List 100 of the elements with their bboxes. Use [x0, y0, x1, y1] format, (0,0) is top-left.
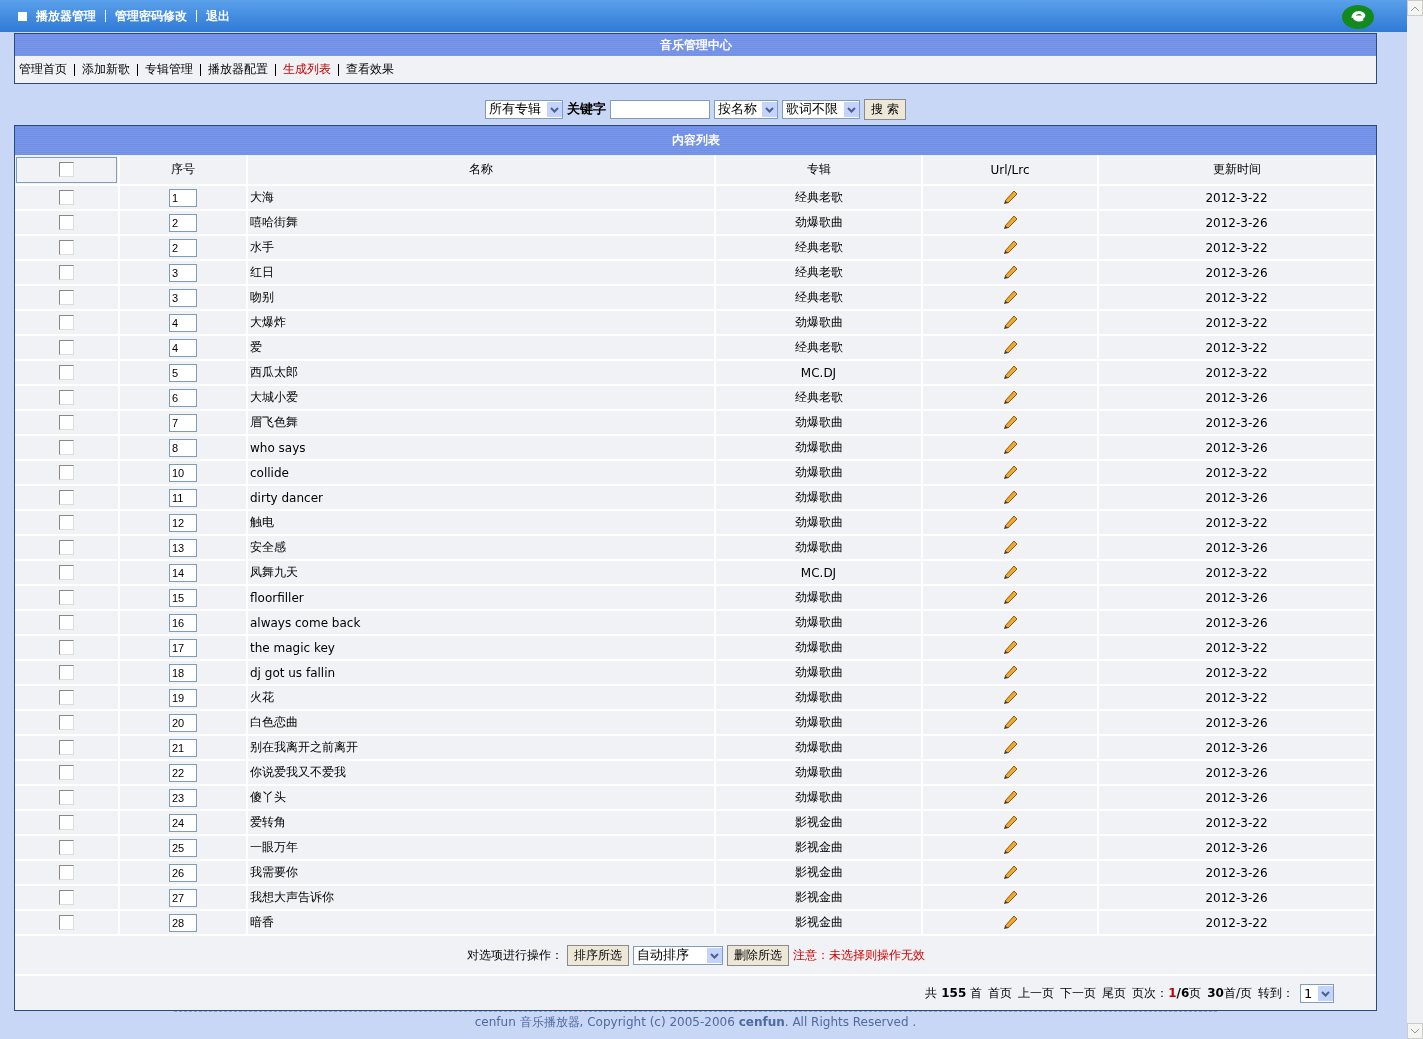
checkbox[interactable]: [59, 290, 74, 305]
checkbox[interactable]: [59, 265, 74, 280]
song-name-cell: 一眼万年: [247, 835, 715, 860]
date-cell: 2012-3-26: [1098, 385, 1375, 410]
order-input[interactable]: 19: [169, 688, 197, 707]
order-input[interactable]: 2: [169, 238, 197, 257]
checkbox[interactable]: [59, 690, 74, 705]
scroll-up-icon[interactable]: [1407, 0, 1423, 16]
nav-link[interactable]: 查看效果: [346, 61, 394, 78]
order-input[interactable]: 16: [169, 613, 197, 632]
order-input[interactable]: 20: [169, 713, 197, 732]
checkbox[interactable]: [59, 665, 74, 680]
lyrics-select[interactable]: 歌词不限: [782, 99, 861, 119]
order-input[interactable]: 13: [169, 538, 197, 557]
order-input[interactable]: 24: [169, 813, 197, 832]
order-input[interactable]: 4: [169, 338, 197, 357]
checkbox[interactable]: [59, 415, 74, 430]
nav-link[interactable]: 添加新歌: [82, 61, 130, 78]
order-input[interactable]: 22: [169, 763, 197, 782]
checkbox[interactable]: [59, 790, 74, 805]
nav-link[interactable]: 生成列表: [283, 61, 331, 78]
song-name-cell: collide: [247, 460, 715, 485]
checkbox[interactable]: [59, 590, 74, 605]
delete-button[interactable]: 删除所选: [726, 944, 789, 966]
order-input[interactable]: 10: [169, 463, 197, 482]
album-cell: 影视金曲: [715, 885, 922, 910]
order-input[interactable]: 23: [169, 788, 197, 807]
checkbox[interactable]: [59, 740, 74, 755]
order-input[interactable]: 14: [169, 563, 197, 582]
page-select[interactable]: 1: [1300, 983, 1334, 1003]
checkbox[interactable]: [59, 765, 74, 780]
field-select[interactable]: 按名称: [714, 99, 779, 119]
checkbox[interactable]: [59, 890, 74, 905]
checkbox[interactable]: [59, 162, 74, 177]
checkbox[interactable]: [59, 465, 74, 480]
order-input[interactable]: 5: [169, 363, 197, 382]
order-input[interactable]: 25: [169, 838, 197, 857]
checkbox[interactable]: [59, 640, 74, 655]
order-input[interactable]: 11: [169, 488, 197, 507]
date-cell: 2012-3-26: [1098, 785, 1375, 810]
checkbox[interactable]: [59, 840, 74, 855]
checkbox[interactable]: [59, 440, 74, 455]
sort-button[interactable]: 排序所选: [566, 944, 629, 966]
checkbox[interactable]: [59, 390, 74, 405]
pager-link[interactable]: 上一页: [1018, 984, 1055, 1002]
keyword-input[interactable]: [610, 99, 711, 119]
song-name-cell: 暗香: [247, 910, 715, 935]
order-input[interactable]: 3: [169, 288, 197, 307]
pager-link[interactable]: 首页: [988, 984, 1013, 1002]
checkbox[interactable]: [59, 215, 74, 230]
date-cell: 2012-3-26: [1098, 435, 1375, 460]
order-input[interactable]: 8: [169, 438, 197, 457]
checkbox[interactable]: [59, 340, 74, 355]
date-cell: 2012-3-26: [1098, 485, 1375, 510]
scroll-down-icon[interactable]: [1407, 1023, 1423, 1039]
pager-link[interactable]: 尾页: [1102, 984, 1127, 1002]
date-cell: 2012-3-22: [1098, 235, 1375, 260]
page-info: 页次：1/6页: [1132, 984, 1202, 1002]
order-input[interactable]: 2: [169, 213, 197, 232]
order-input[interactable]: 3: [169, 263, 197, 282]
song-name-cell: 眉飞色舞: [247, 410, 715, 435]
checkbox[interactable]: [59, 715, 74, 730]
checkbox[interactable]: [59, 515, 74, 530]
checkbox[interactable]: [59, 565, 74, 580]
checkbox[interactable]: [59, 240, 74, 255]
order-input[interactable]: 12: [169, 513, 197, 532]
order-input[interactable]: 18: [169, 663, 197, 682]
order-input[interactable]: 7: [169, 413, 197, 432]
order-input[interactable]: 15: [169, 588, 197, 607]
date-cell: 2012-3-26: [1098, 860, 1375, 885]
song-name-cell: the magic key: [247, 635, 715, 660]
order-input[interactable]: 21: [169, 738, 197, 757]
column-header: 序号: [119, 155, 247, 185]
order-input[interactable]: 26: [169, 863, 197, 882]
checkbox[interactable]: [59, 815, 74, 830]
checkbox[interactable]: [59, 915, 74, 930]
album-cell: 劲爆歌曲: [715, 485, 922, 510]
order-input[interactable]: 27: [169, 888, 197, 907]
checkbox[interactable]: [59, 365, 74, 380]
checkbox[interactable]: [59, 315, 74, 330]
checkbox[interactable]: [59, 540, 74, 555]
order-input[interactable]: 1: [169, 188, 197, 207]
order-input[interactable]: 28: [169, 913, 197, 932]
order-input[interactable]: 6: [169, 388, 197, 407]
pager-link[interactable]: 下一页: [1060, 984, 1097, 1002]
checkbox[interactable]: [59, 190, 74, 205]
checkbox[interactable]: [59, 615, 74, 630]
order-input[interactable]: 4: [169, 313, 197, 332]
per-page: 30首/页: [1207, 984, 1252, 1002]
total-count: 共 155 首: [925, 984, 983, 1002]
sort-select[interactable]: 自动排序: [632, 945, 723, 965]
nav-link[interactable]: 专辑管理: [145, 61, 193, 78]
checkbox[interactable]: [59, 490, 74, 505]
nav-link[interactable]: 管理首页: [19, 61, 67, 78]
column-header: Url/Lrc: [922, 155, 1098, 185]
nav-link[interactable]: 播放器配置: [208, 61, 268, 78]
checkbox[interactable]: [59, 865, 74, 880]
order-input[interactable]: 17: [169, 638, 197, 657]
album-select[interactable]: 所有专辑: [485, 99, 564, 119]
search-button[interactable]: 搜 索: [864, 98, 906, 120]
